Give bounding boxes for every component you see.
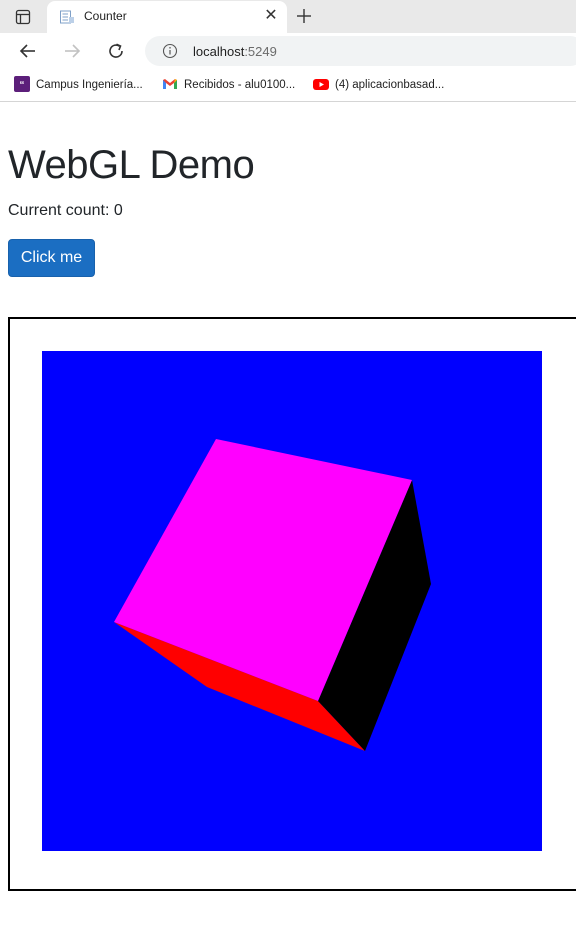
address-bar[interactable]: localhost:5249 [145, 36, 576, 66]
webgl-canvas[interactable] [42, 351, 542, 851]
campus-icon: “ [14, 76, 30, 92]
site-info-icon[interactable] [162, 43, 178, 59]
bookmarks-bar: “ Campus Ingeniería... Recibidos - alu01… [0, 69, 576, 102]
tab-actions-icon[interactable] [14, 8, 32, 26]
url-port: :5249 [244, 44, 277, 59]
page-favicon-icon [59, 9, 75, 25]
reload-icon[interactable] [106, 41, 126, 61]
bookmark-label: Campus Ingeniería... [36, 79, 143, 92]
bookmark-youtube[interactable]: (4) aplicacionbasad... [313, 77, 444, 93]
new-tab-icon[interactable] [294, 6, 314, 26]
close-tab-icon[interactable]: ✕ [263, 8, 279, 24]
current-count-text: Current count: 0 [8, 202, 123, 219]
bookmark-label: Recibidos - alu0100... [184, 79, 296, 92]
bookmark-label: (4) aplicacionbasad... [335, 79, 445, 92]
youtube-icon [313, 76, 329, 92]
gmail-icon [162, 76, 178, 92]
bookmark-campus[interactable]: “ Campus Ingeniería... [14, 76, 143, 93]
forward-arrow-icon[interactable] [62, 41, 82, 61]
click-me-button[interactable]: Click me [8, 239, 95, 277]
page-title: WebGL Demo [8, 143, 255, 187]
svg-text:“: “ [20, 80, 25, 91]
back-arrow-icon[interactable] [18, 41, 38, 61]
browser-nav-bar: localhost:5249 [0, 33, 576, 69]
bookmark-gmail[interactable]: Recibidos - alu0100... [162, 77, 295, 93]
browser-tab-bar: Counter ✕ [0, 0, 576, 33]
browser-tab[interactable]: Counter ✕ [47, 1, 287, 33]
url-text: localhost:5249 [193, 44, 277, 59]
tab-title: Counter [84, 9, 127, 23]
url-host: localhost [193, 44, 245, 59]
webgl-canvas-frame [8, 317, 576, 891]
